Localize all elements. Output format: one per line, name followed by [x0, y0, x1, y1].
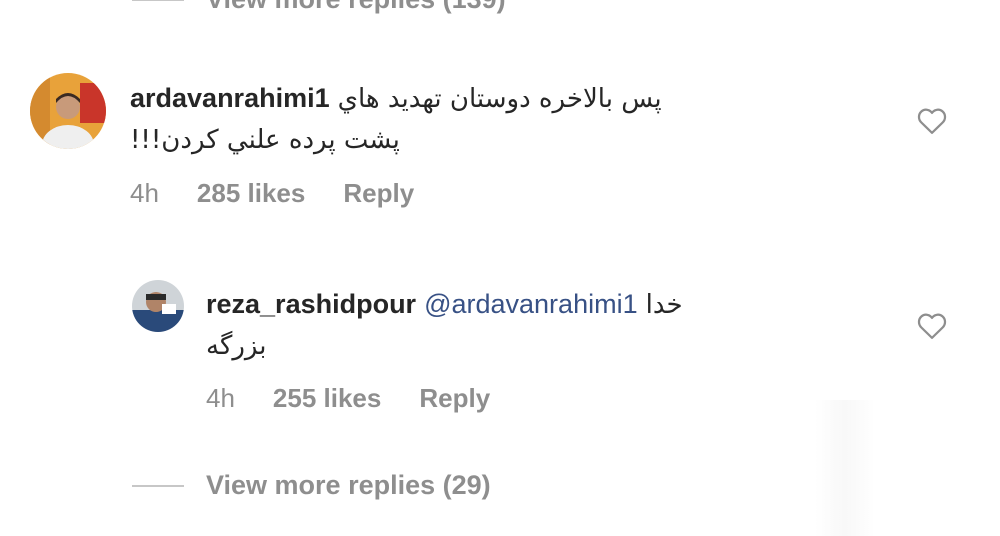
view-more-replies-label: View more replies (29): [206, 470, 491, 500]
comment-likes[interactable]: 285 likes: [197, 178, 305, 209]
view-more-replies-label: View more replies (139): [206, 0, 506, 15]
reply-like-heart-icon[interactable]: [917, 312, 947, 340]
view-more-replies-bottom[interactable]: View more replies (29): [132, 470, 491, 501]
reply-text: reza_rashidpour @ardavanrahimi1 خدا بزرگ…: [206, 284, 886, 366]
avatar[interactable]: [30, 73, 106, 149]
reply-time: 4h: [206, 383, 235, 413]
reply-likes[interactable]: 255 likes: [273, 383, 381, 414]
reply-text-line2: بزرگه: [206, 331, 267, 361]
reply-avatar[interactable]: [132, 280, 184, 332]
comment-meta: 4h 285 likes Reply: [130, 178, 414, 209]
comment-reply-button[interactable]: Reply: [343, 178, 414, 209]
view-more-replies-top[interactable]: View more replies (139): [132, 0, 506, 15]
reply-text-line1: خدا: [645, 290, 683, 320]
avatar-image: [30, 73, 106, 149]
reply-mention[interactable]: @ardavanrahimi1: [424, 284, 638, 324]
divider-line: [132, 0, 184, 1]
comment-text: ardavanrahimi1 پس بالاخره دوستان تهدید ه…: [130, 78, 810, 160]
reply-avatar-image: [132, 280, 184, 332]
comment-username[interactable]: ardavanrahimi1: [130, 78, 330, 118]
image-artifact: [815, 400, 875, 536]
comment-text-line1: پس بالاخره دوستان تهدید هاي: [337, 84, 662, 114]
comment-text-line2: پشت پرده علني كردن!!!: [130, 125, 400, 155]
reply-meta: 4h 255 likes Reply: [206, 383, 490, 414]
reply-username[interactable]: reza_rashidpour: [206, 284, 416, 324]
like-heart-icon[interactable]: [917, 107, 947, 135]
comments-screen: View more replies (139) ardavanrahimi1 پ…: [0, 0, 1000, 536]
comment-time: 4h: [130, 178, 159, 208]
reply-reply-button[interactable]: Reply: [419, 383, 490, 414]
divider-line: [132, 484, 184, 487]
